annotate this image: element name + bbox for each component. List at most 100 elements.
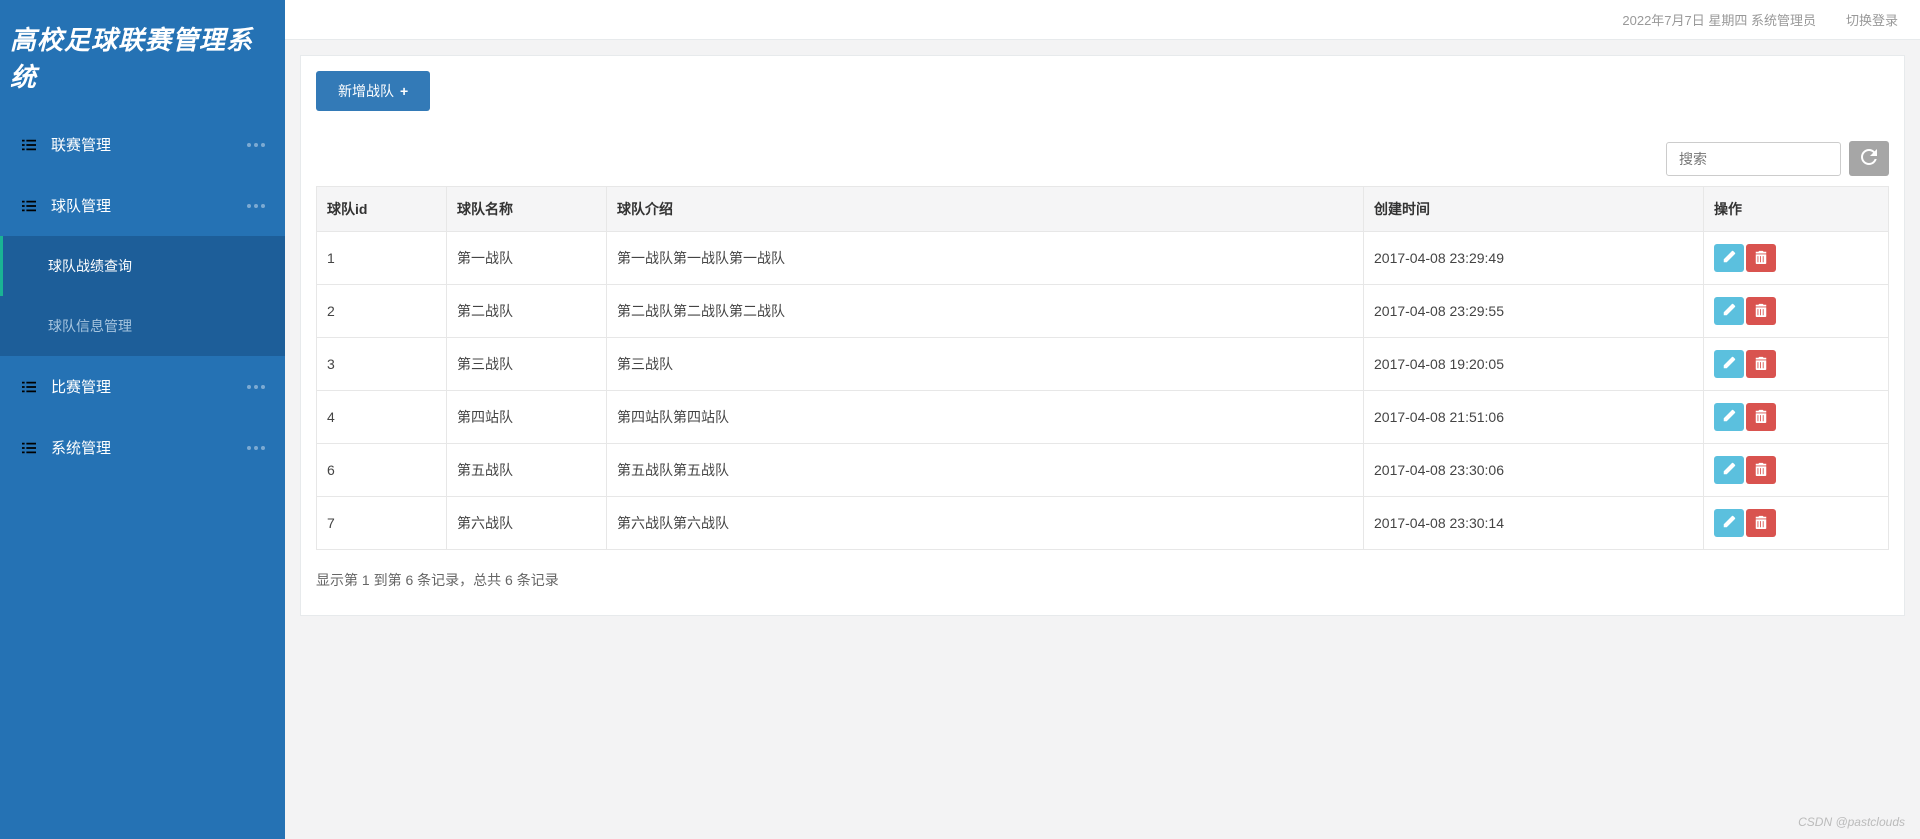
cell-intro: 第四站队第四站队 <box>607 391 1364 444</box>
list-icon <box>22 380 36 394</box>
cell-ops <box>1704 444 1889 497</box>
table-row: 1第一战队第一战队第一战队第一战队2017-04-08 23:29:49 <box>317 232 1889 285</box>
edit-button[interactable] <box>1714 403 1744 431</box>
trash-icon <box>1754 515 1768 532</box>
cell-name: 第三战队 <box>447 338 607 391</box>
cell-created: 2017-04-08 19:20:05 <box>1364 338 1704 391</box>
trash-icon <box>1754 303 1768 320</box>
list-icon <box>22 441 36 455</box>
table-row: 7第六战队第六战队第六战队2017-04-08 23:30:14 <box>317 497 1889 550</box>
col-ops: 操作 <box>1704 187 1889 232</box>
cell-created: 2017-04-08 23:29:49 <box>1364 232 1704 285</box>
edit-icon <box>1722 462 1736 479</box>
cell-intro: 第二战队第二战队第二战队 <box>607 285 1364 338</box>
plus-icon: + <box>400 83 408 99</box>
edit-icon <box>1722 356 1736 373</box>
col-id[interactable]: 球队id <box>317 187 447 232</box>
cell-name: 第二战队 <box>447 285 607 338</box>
sidebar-item-label: 系统管理 <box>51 437 111 458</box>
cell-name: 第五战队 <box>447 444 607 497</box>
trash-icon <box>1754 409 1768 426</box>
cell-intro: 第六战队第六战队 <box>607 497 1364 550</box>
delete-button[interactable] <box>1746 509 1776 537</box>
table-row: 3第三战队第三战队2017-04-08 19:20:05 <box>317 338 1889 391</box>
watermark: CSDN @pastclouds <box>1798 815 1905 829</box>
app-logo: 高校足球联赛管理系统 <box>0 0 285 114</box>
col-name[interactable]: 球队名称 <box>447 187 607 232</box>
cell-ops <box>1704 338 1889 391</box>
cell-created: 2017-04-08 23:29:55 <box>1364 285 1704 338</box>
list-icon <box>22 138 36 152</box>
content-panel: 新增战队 + <box>300 55 1905 616</box>
edit-icon <box>1722 303 1736 320</box>
sidebar: 高校足球联赛管理系统 联赛管理 球队管理 球队战绩查询 球队信息管理 <box>0 0 285 839</box>
expand-dots-icon <box>247 204 265 208</box>
delete-button[interactable] <box>1746 244 1776 272</box>
sidebar-item-label: 联赛管理 <box>51 134 111 155</box>
trash-icon <box>1754 356 1768 373</box>
cell-id: 7 <box>317 497 447 550</box>
delete-button[interactable] <box>1746 456 1776 484</box>
edit-button[interactable] <box>1714 297 1744 325</box>
sidebar-sub-label: 球队战绩查询 <box>48 258 132 274</box>
edit-button[interactable] <box>1714 456 1744 484</box>
sidebar-item-team[interactable]: 球队管理 <box>0 175 285 236</box>
table-toolbar <box>316 141 1889 176</box>
edit-button[interactable] <box>1714 509 1744 537</box>
col-intro[interactable]: 球队介绍 <box>607 187 1364 232</box>
table-row: 2第二战队第二战队第二战队第二战队2017-04-08 23:29:55 <box>317 285 1889 338</box>
delete-button[interactable] <box>1746 403 1776 431</box>
edit-button[interactable] <box>1714 350 1744 378</box>
cell-id: 4 <box>317 391 447 444</box>
list-icon <box>22 199 36 213</box>
cell-id: 1 <box>317 232 447 285</box>
topbar: 2022年7月7日 星期四 系统管理员 切换登录 <box>285 0 1920 40</box>
cell-id: 2 <box>317 285 447 338</box>
sidebar-sub-team-info[interactable]: 球队信息管理 <box>0 296 285 356</box>
cell-created: 2017-04-08 23:30:06 <box>1364 444 1704 497</box>
cell-intro: 第一战队第一战队第一战队 <box>607 232 1364 285</box>
edit-button[interactable] <box>1714 244 1744 272</box>
sidebar-item-league[interactable]: 联赛管理 <box>0 114 285 175</box>
table-header-row: 球队id 球队名称 球队介绍 创建时间 操作 <box>317 187 1889 232</box>
search-input[interactable] <box>1666 142 1841 176</box>
cell-intro: 第三战队 <box>607 338 1364 391</box>
sidebar-sub-team-record[interactable]: 球队战绩查询 <box>0 236 285 296</box>
table-row: 4第四站队第四站队第四站队2017-04-08 21:51:06 <box>317 391 1889 444</box>
refresh-button[interactable] <box>1849 141 1889 176</box>
edit-icon <box>1722 409 1736 426</box>
cell-ops <box>1704 232 1889 285</box>
sidebar-item-label: 球队管理 <box>51 195 111 216</box>
pagination-info: 显示第 1 到第 6 条记录，总共 6 条记录 <box>316 550 1889 600</box>
sidebar-item-match[interactable]: 比赛管理 <box>0 356 285 417</box>
sidebar-item-label: 比赛管理 <box>51 376 111 397</box>
cell-created: 2017-04-08 23:30:14 <box>1364 497 1704 550</box>
cell-name: 第一战队 <box>447 232 607 285</box>
cell-ops <box>1704 285 1889 338</box>
edit-icon <box>1722 250 1736 267</box>
add-team-label: 新增战队 <box>338 81 394 101</box>
delete-button[interactable] <box>1746 350 1776 378</box>
cell-created: 2017-04-08 21:51:06 <box>1364 391 1704 444</box>
sidebar-sub-label: 球队信息管理 <box>48 318 132 334</box>
cell-name: 第四站队 <box>447 391 607 444</box>
cell-name: 第六战队 <box>447 497 607 550</box>
add-team-button[interactable]: 新增战队 + <box>316 71 430 111</box>
expand-dots-icon <box>247 385 265 389</box>
edit-icon <box>1722 515 1736 532</box>
switch-login-link[interactable]: 切换登录 <box>1846 10 1898 29</box>
teams-table: 球队id 球队名称 球队介绍 创建时间 操作 1第一战队第一战队第一战队第一战队… <box>316 186 1889 550</box>
cell-ops <box>1704 391 1889 444</box>
trash-icon <box>1754 462 1768 479</box>
delete-button[interactable] <box>1746 297 1776 325</box>
refresh-icon <box>1861 149 1877 168</box>
expand-dots-icon <box>247 446 265 450</box>
cell-id: 6 <box>317 444 447 497</box>
cell-intro: 第五战队第五战队 <box>607 444 1364 497</box>
trash-icon <box>1754 250 1768 267</box>
sidebar-item-system[interactable]: 系统管理 <box>0 417 285 478</box>
cell-ops <box>1704 497 1889 550</box>
col-created[interactable]: 创建时间 <box>1364 187 1704 232</box>
main-content: 2022年7月7日 星期四 系统管理员 切换登录 新增战队 + <box>285 0 1920 839</box>
expand-dots-icon <box>247 143 265 147</box>
